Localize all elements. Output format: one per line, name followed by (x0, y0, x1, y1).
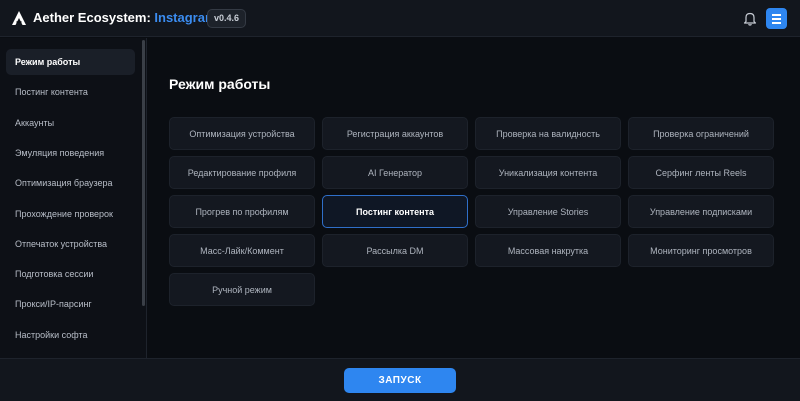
mode-button[interactable]: Управление Stories (475, 195, 621, 228)
launch-button[interactable]: ЗАПУСК (344, 368, 456, 393)
mode-button[interactable]: Управление подписками (628, 195, 774, 228)
app-title: Aether Ecosystem: Instagram (33, 10, 217, 25)
mode-button[interactable]: AI Генератор (322, 156, 468, 189)
sidebar-item[interactable]: Режим работы (6, 49, 135, 75)
bell-icon[interactable] (743, 11, 757, 26)
sidebar-item[interactable]: Эмуляция поведения (6, 140, 135, 166)
menu-button[interactable] (766, 8, 787, 29)
sidebar-item[interactable]: Настройки софта (6, 322, 135, 348)
mode-button[interactable]: Массовая накрутка (475, 234, 621, 267)
page-title: Режим работы (169, 76, 271, 92)
menu-icon (772, 14, 781, 16)
sidebar-item[interactable]: Подготовка сессии (6, 261, 135, 287)
sidebar-item[interactable]: Прокси/IP-парсинг (6, 291, 135, 317)
sidebar-item[interactable]: Прохождение проверок (6, 201, 135, 227)
mode-button[interactable]: Мониторинг просмотров (628, 234, 774, 267)
mode-button[interactable]: Регистрация аккаунтов (322, 117, 468, 150)
mode-button[interactable]: Постинг контента (322, 195, 468, 228)
mode-button[interactable]: Рассылка DM (322, 234, 468, 267)
mode-button[interactable]: Оптимизация устройства (169, 117, 315, 150)
mode-button[interactable]: Масс-Лайк/Коммент (169, 234, 315, 267)
mode-button[interactable]: Редактирование профиля (169, 156, 315, 189)
mode-button[interactable]: Уникализация контента (475, 156, 621, 189)
app-name: Aether Ecosystem: (33, 10, 155, 25)
sidebar-item[interactable]: Постинг контента (6, 79, 135, 105)
sidebar-item[interactable]: Отпечаток устройства (6, 231, 135, 257)
sidebar-item[interactable]: Аккаунты (6, 110, 135, 136)
version-badge: v0.4.6 (207, 9, 247, 28)
mode-button[interactable]: Серфинг ленты Reels (628, 156, 774, 189)
sidebar-item[interactable]: Оптимизация браузера (6, 170, 135, 196)
mode-button[interactable]: Ручной режим (169, 273, 315, 306)
mode-button[interactable]: Проверка на валидность (475, 117, 621, 150)
logo-icon (12, 11, 26, 25)
sidebar-scrollbar[interactable] (142, 40, 145, 306)
mode-button[interactable]: Прогрев по профилям (169, 195, 315, 228)
mode-grid: Оптимизация устройства Регистрация аккаун… (169, 117, 774, 306)
mode-button[interactable]: Проверка ограничений (628, 117, 774, 150)
title-bar: Aether Ecosystem: Instagram v0.4.6 (0, 0, 800, 37)
